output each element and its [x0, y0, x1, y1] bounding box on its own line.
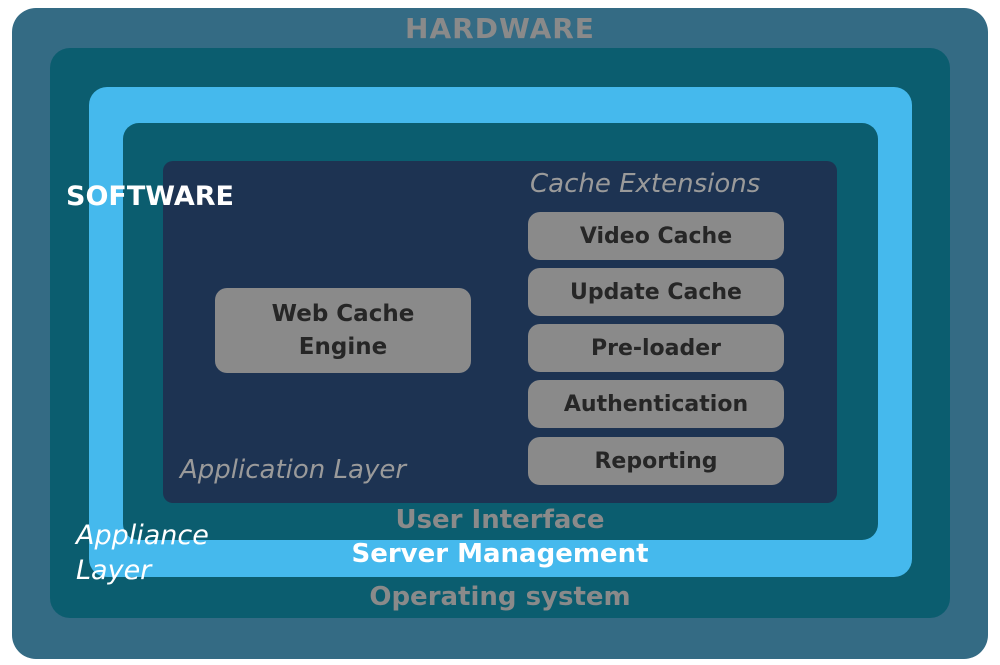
appliance-layer-label: Appliance Layer: [76, 520, 209, 586]
hardware-label: HARDWARE: [405, 12, 595, 45]
cache-extension-reporting: Reporting: [528, 437, 784, 485]
cache-extension-label: Video Cache: [579, 223, 733, 249]
cache-extension-label: Pre-loader: [590, 335, 722, 361]
software-label: SOFTWARE: [66, 181, 234, 212]
cache-extension-pre-loader: Pre-loader: [528, 324, 784, 372]
web-cache-engine-label: Web Cache Engine: [271, 300, 415, 360]
web-cache-engine-box: Web Cache Engine: [215, 288, 471, 373]
cache-extension-label: Authentication: [563, 391, 749, 417]
cache-extension-label: Reporting: [594, 448, 718, 474]
application-layer-label: Application Layer: [180, 455, 407, 485]
cache-extensions-title: Cache Extensions: [530, 169, 761, 199]
cache-extension-video-cache: Video Cache: [528, 212, 784, 260]
cache-extension-authentication: Authentication: [528, 380, 784, 428]
cache-extension-label: Update Cache: [570, 279, 742, 305]
cache-extension-update-cache: Update Cache: [528, 268, 784, 316]
